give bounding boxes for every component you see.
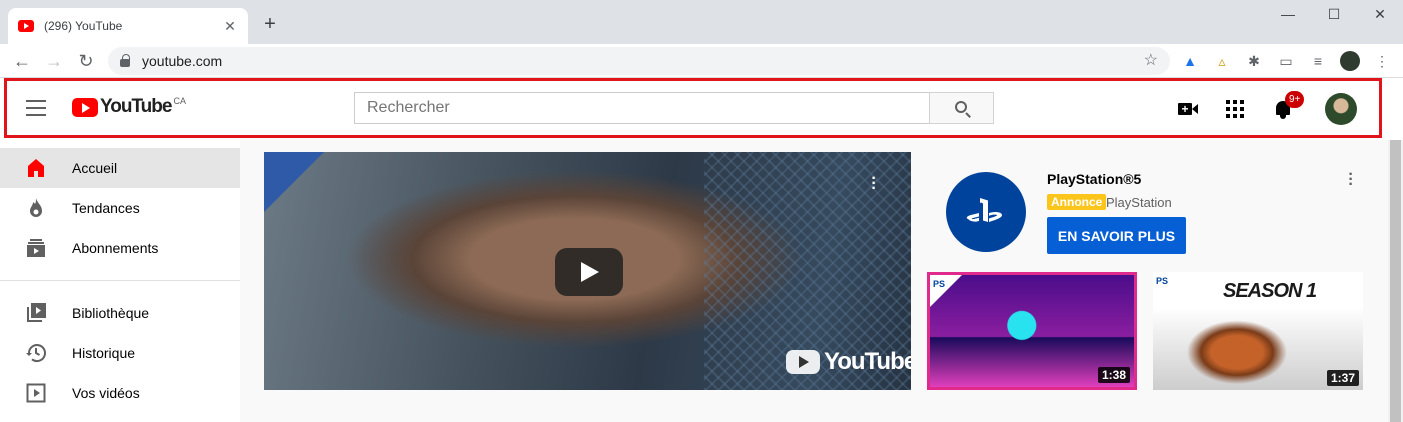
hamburger-menu-icon[interactable] — [26, 100, 46, 116]
playstation-channel-logo[interactable] — [946, 172, 1026, 252]
back-button[interactable]: ← — [10, 49, 34, 73]
url-text: youtube.com — [142, 53, 223, 69]
watermark-text: YouTube — [824, 348, 911, 375]
logo-country-code: CA — [173, 96, 186, 106]
account-avatar[interactable] — [1325, 93, 1357, 125]
new-tab-button[interactable]: + — [258, 12, 282, 36]
ad-title[interactable]: PlayStation®5 — [1047, 171, 1141, 187]
browser-address-bar: ← → ↻ youtube.com ☆ ▲ ▵ ✱ ▭ ≡ ⋮ — [0, 44, 1403, 78]
youtube-favicon-icon — [18, 20, 34, 32]
sidebar-item-label: Abonnements — [72, 240, 159, 256]
media-control-icon[interactable]: ≡ — [1308, 51, 1328, 71]
bookmark-star-icon[interactable]: ☆ — [1144, 50, 1158, 70]
apps-grid-icon[interactable] — [1223, 97, 1247, 121]
playstation-mini-logo-icon: PS — [933, 279, 946, 289]
learn-more-button[interactable]: EN SAVOIR PLUS — [1047, 217, 1186, 254]
profile-avatar-icon[interactable] — [1340, 51, 1360, 71]
scrollbar-thumb[interactable] — [1390, 140, 1401, 422]
library-icon — [27, 303, 46, 322]
youtube-watermark: YouTube — [786, 348, 911, 376]
sidebar-item-label: Tendances — [72, 200, 140, 216]
sidebar-item-label: Accueil — [72, 160, 118, 176]
sidebar-item-abonnements[interactable]: Abonnements — [0, 228, 240, 268]
browser-menu-icon[interactable]: ⋮ — [1372, 51, 1392, 71]
playstation-logo-icon — [966, 198, 1002, 222]
cast-icon[interactable]: ▭ — [1276, 51, 1296, 71]
play-button-icon[interactable] — [555, 248, 623, 296]
search-button[interactable] — [929, 92, 994, 124]
youtube-logo[interactable]: YouTube CA — [72, 96, 186, 118]
video-duration: 1:37 — [1326, 370, 1359, 386]
youtube-header: YouTube CA + 9+ — [0, 78, 1403, 140]
puzzle-extensions-icon[interactable]: ✱ — [1244, 51, 1264, 71]
video-duration: 1:38 — [1097, 367, 1130, 383]
ad-badge: Annonce — [1047, 194, 1107, 210]
ad-more-options-icon[interactable]: · · · — [1346, 167, 1356, 193]
lock-icon — [120, 54, 130, 67]
omnibox[interactable]: youtube.com ☆ — [108, 47, 1170, 75]
sidebar-item-label: Historique — [72, 345, 136, 361]
sidebar-item-historique[interactable]: Historique — [0, 333, 240, 373]
sidebar: Accueil Tendances Abonnements Bibliothèq… — [0, 140, 240, 422]
forward-button[interactable]: → — [42, 49, 66, 73]
sidebar-item-accueil[interactable]: Accueil — [0, 148, 240, 188]
sidebar-divider — [0, 280, 240, 281]
sidebar-item-label: Vos vidéos — [72, 385, 140, 401]
ad-thumbnail-1[interactable]: PS 1:38 — [927, 272, 1137, 390]
search-icon — [955, 101, 967, 113]
maximize-button[interactable]: ☐ — [1322, 6, 1346, 23]
playstation-corner-icon — [264, 152, 324, 212]
sidebar-item-bibliotheque[interactable]: Bibliothèque — [0, 293, 240, 333]
close-window-button[interactable]: ✕ — [1368, 6, 1392, 23]
ad-thumbnail-2[interactable]: PS SEASON 1 1:37 — [1153, 272, 1363, 390]
notification-badge: 9+ — [1285, 91, 1305, 108]
fire-icon — [30, 198, 42, 217]
tab-title: (296) YouTube — [44, 19, 123, 33]
subscriptions-icon — [27, 239, 45, 257]
youtube-watermark-icon — [786, 350, 820, 374]
youtube-play-logo-icon — [72, 98, 98, 117]
create-video-icon[interactable]: + — [1176, 97, 1200, 121]
tab-close-icon[interactable]: ✕ — [222, 18, 238, 35]
playstation-mini-logo-icon: PS — [1156, 276, 1169, 286]
thumbnail-overlay-text: SEASON 1 — [1223, 280, 1317, 302]
browser-tab-bar: (296) YouTube ✕ + — ☐ ✕ — [0, 0, 1403, 44]
sidebar-item-vos-videos[interactable]: Vos vidéos — [0, 373, 240, 413]
home-icon — [28, 159, 44, 177]
minimize-button[interactable]: — — [1276, 6, 1300, 22]
page-scrollbar[interactable] — [1388, 140, 1403, 422]
graduation-cap-extension-icon[interactable]: ▲ — [1180, 51, 1200, 71]
reload-button[interactable]: ↻ — [74, 49, 98, 73]
history-icon — [26, 344, 46, 363]
search-input[interactable] — [354, 92, 930, 124]
ad-channel-name[interactable]: PlayStation — [1106, 195, 1172, 210]
flask-extension-icon[interactable]: ▵ — [1212, 51, 1232, 71]
your-videos-icon — [26, 383, 46, 403]
logo-text: YouTube — [100, 96, 172, 117]
masthead-video[interactable]: · · · YouTube — [264, 152, 911, 390]
sidebar-item-tendances[interactable]: Tendances — [0, 188, 240, 228]
more-options-icon[interactable]: · · · — [870, 171, 878, 197]
sidebar-item-label: Bibliothèque — [72, 305, 150, 321]
browser-tab[interactable]: (296) YouTube ✕ — [8, 8, 248, 44]
